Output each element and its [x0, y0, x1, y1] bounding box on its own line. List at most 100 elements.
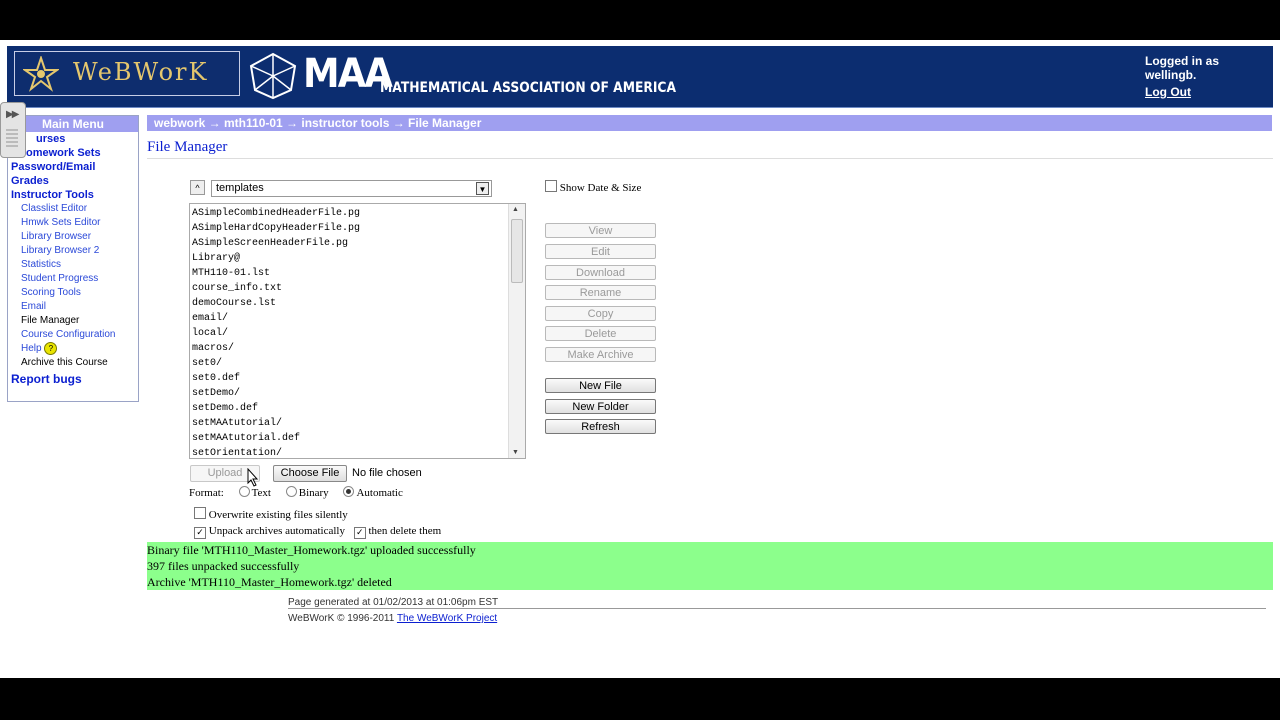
- file-list-item[interactable]: setDemo/: [192, 386, 360, 401]
- file-list-item[interactable]: setMAAtutorial.def: [192, 431, 360, 446]
- menu-help-item[interactable]: Help ?: [21, 342, 138, 356]
- overwrite-checkbox[interactable]: [194, 507, 206, 519]
- show-date-size-checkbox[interactable]: [545, 180, 557, 192]
- delete-archives-checkbox[interactable]: ✓: [353, 527, 366, 539]
- view-button[interactable]: View: [545, 223, 656, 238]
- format-label: Format:: [189, 487, 224, 499]
- file-list-item[interactable]: ASimpleScreenHeaderFile.pg: [192, 236, 360, 251]
- file-list-item[interactable]: setDemo.def: [192, 401, 360, 416]
- maa-polyhedron-icon: [249, 52, 297, 100]
- parent-directory-button[interactable]: ^: [190, 180, 205, 195]
- menu-library-browser-2-link[interactable]: Library Browser 2: [21, 244, 138, 258]
- report-bugs-link[interactable]: Report bugs: [11, 372, 138, 386]
- new-folder-button[interactable]: New Folder: [545, 399, 656, 414]
- file-list-items: ASimpleCombinedHeaderFile.pg ASimpleHardC…: [192, 206, 360, 458]
- new-file-button[interactable]: New File: [545, 378, 656, 393]
- page-title: File Manager: [147, 139, 228, 155]
- file-list-item[interactable]: course_info.txt: [192, 281, 360, 296]
- star-logo-icon: [23, 56, 59, 92]
- status-messages: Binary file 'MTH110_Master_Homework.tgz'…: [147, 542, 1273, 590]
- double-chevron-right-icon: ▶▶: [6, 109, 19, 120]
- dropdown-arrow-icon[interactable]: ▼: [476, 182, 489, 195]
- unpack-checkbox[interactable]: ✓: [194, 527, 206, 539]
- main-menu: Main Menu urses omework Sets Password/Em…: [7, 115, 139, 402]
- file-list-item[interactable]: setMAAtutorial/: [192, 416, 360, 431]
- page-generated-text: Page generated at 01/02/2013 at 01:06pm …: [288, 597, 499, 608]
- menu-email-link[interactable]: Email: [21, 300, 138, 314]
- no-file-chosen-text: No file chosen: [352, 467, 422, 479]
- file-list-item[interactable]: set0.def: [192, 371, 360, 386]
- refresh-button[interactable]: Refresh: [545, 419, 656, 434]
- menu-student-progress-link[interactable]: Student Progress: [21, 272, 138, 286]
- status-message: 397 files unpacked successfully: [147, 559, 300, 573]
- mouse-cursor-icon: [247, 468, 259, 487]
- menu-hmwk-sets-editor-link[interactable]: Hmwk Sets Editor: [21, 216, 138, 230]
- overwrite-option[interactable]: Overwrite existing files silently: [194, 507, 348, 521]
- format-binary-radio[interactable]: [285, 486, 297, 497]
- file-list-item[interactable]: local/: [192, 326, 360, 341]
- logged-in-text: Logged in as wellingb.: [1145, 54, 1220, 82]
- main-menu-title: Main Menu: [8, 116, 138, 132]
- menu-statistics-link[interactable]: Statistics: [21, 258, 138, 272]
- menu-homework-sets-link[interactable]: omework Sets: [26, 146, 138, 160]
- directory-select-value: templates: [216, 182, 264, 194]
- scroll-down-icon[interactable]: ▼: [512, 449, 519, 456]
- logout-link[interactable]: Log Out: [1145, 85, 1265, 99]
- menu-help-link[interactable]: Help: [21, 343, 42, 354]
- unpack-option[interactable]: ✓ Unpack archives automatically ✓ then d…: [194, 525, 441, 539]
- side-panel-handle[interactable]: ▶▶: [0, 102, 26, 158]
- delete-button[interactable]: Delete: [545, 326, 656, 341]
- file-list-item[interactable]: MTH110-01.lst: [192, 266, 360, 281]
- file-list-item[interactable]: Library@: [192, 251, 360, 266]
- rename-button[interactable]: Rename: [545, 285, 656, 300]
- title-divider: [147, 158, 1273, 159]
- download-button[interactable]: Download: [545, 265, 656, 280]
- menu-scoring-tools-link[interactable]: Scoring Tools: [21, 286, 138, 300]
- choose-file-button[interactable]: Choose File: [273, 465, 347, 482]
- menu-classlist-editor-link[interactable]: Classlist Editor: [21, 202, 138, 216]
- file-list-item[interactable]: macros/: [192, 341, 360, 356]
- file-list-item[interactable]: ASimpleCombinedHeaderFile.pg: [192, 206, 360, 221]
- menu-archive-course-link[interactable]: Archive this Course: [21, 356, 138, 370]
- copyright: WeBWorK © 1996-2011 The WeBWorK Project: [288, 613, 497, 624]
- directory-select[interactable]: templates ▼: [211, 180, 492, 197]
- overwrite-label: Overwrite existing files silently: [208, 509, 348, 521]
- file-list-item[interactable]: set0/: [192, 356, 360, 371]
- copyright-text: WeBWorK © 1996-2011: [288, 613, 395, 624]
- delete-archives-label: then delete them: [368, 525, 442, 537]
- file-list-item[interactable]: demoCourse.lst: [192, 296, 360, 311]
- webwork-logo-text: WeBWorK: [73, 58, 209, 86]
- menu-instructor-tools-link[interactable]: Instructor Tools: [11, 188, 138, 202]
- file-list-item[interactable]: setOrientation/: [192, 446, 360, 458]
- file-list-item[interactable]: email/: [192, 311, 360, 326]
- webwork-logo[interactable]: WeBWorK: [14, 51, 240, 96]
- format-text-label: Text: [251, 487, 271, 499]
- menu-courses-link[interactable]: urses: [36, 132, 138, 146]
- footer-divider: [288, 608, 1266, 609]
- file-list-item[interactable]: ASimpleHardCopyHeaderFile.pg: [192, 221, 360, 236]
- format-automatic-radio[interactable]: [343, 486, 355, 497]
- format-binary-label: Binary: [298, 487, 329, 499]
- grip-icon: [6, 129, 18, 149]
- file-list[interactable]: ASimpleCombinedHeaderFile.pg ASimpleHardC…: [189, 203, 526, 459]
- unpack-label: Unpack archives automatically: [208, 525, 345, 537]
- scroll-thumb[interactable]: [511, 219, 523, 283]
- menu-course-configuration-link[interactable]: Course Configuration: [21, 328, 138, 342]
- copy-button[interactable]: Copy: [545, 306, 656, 321]
- edit-button[interactable]: Edit: [545, 244, 656, 259]
- menu-grades-link[interactable]: Grades: [11, 174, 138, 188]
- webwork-project-link[interactable]: The WeBWorK Project: [397, 613, 497, 624]
- question-icon[interactable]: ?: [44, 342, 58, 355]
- menu-library-browser-link[interactable]: Library Browser: [21, 230, 138, 244]
- browser-page: WeBWorK MAA MATHEMATICAL ASSOCIATION OF …: [0, 40, 1280, 678]
- header-banner: WeBWorK MAA MATHEMATICAL ASSOCIATION OF …: [7, 46, 1273, 108]
- menu-password-email-link[interactable]: Password/Email: [11, 160, 138, 174]
- maa-abbrev: MAA: [303, 51, 393, 97]
- make-archive-button[interactable]: Make Archive: [545, 347, 656, 362]
- status-message: Binary file 'MTH110_Master_Homework.tgz'…: [147, 543, 476, 557]
- menu-file-manager-current: File Manager: [21, 315, 80, 326]
- show-date-size-option[interactable]: Show Date & Size: [545, 180, 641, 194]
- file-list-scrollbar[interactable]: ▲ ▼: [508, 204, 525, 458]
- format-options: Format: Text Binary Automatic: [189, 486, 403, 499]
- scroll-up-icon[interactable]: ▲: [512, 206, 519, 213]
